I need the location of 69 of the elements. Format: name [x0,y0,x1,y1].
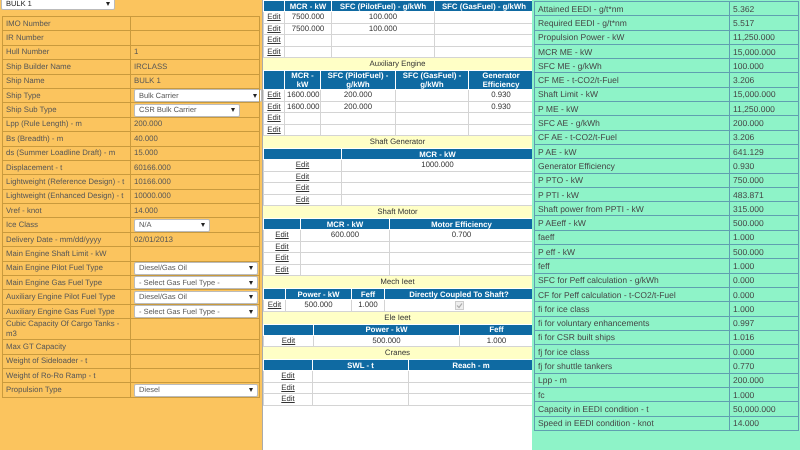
result-label: P AE - kW [534,144,730,159]
result-value: 315.000 [730,202,798,216]
result-label: Propulsion Power - kW [534,30,730,44]
result-value: 641.129 [730,144,798,159]
result-label: Required EEDI - g/t*nm [534,16,730,30]
result-label: Shaft power from PPTI - kW [534,202,730,216]
result-label: P PTO - kW [534,173,730,188]
result-value: 15,000.000 [730,87,798,102]
result-label: CF ME - t-CO2/t-Fuel [534,72,730,88]
result-value: 11,250.000 [730,30,798,44]
result-label: fi for ice class [534,302,730,316]
result-label: faeff [534,230,730,245]
result-label: fi for CSR built ships [534,330,730,345]
result-value: 1.000 [730,258,798,274]
result-value: 1.000 [730,230,798,245]
result-value: 0.930 [730,158,798,174]
result-label: SFC AE - g/kWh [534,116,730,130]
result-label: Generator Efficiency [534,158,730,174]
result-label: Speed in EEDI condition - knot [534,416,730,430]
result-value: 200.000 [730,373,798,388]
result-label: fj for ice class [534,344,730,359]
result-label: feff [534,258,730,274]
result-value: 1.000 [730,388,798,402]
result-value: 483.871 [730,187,798,202]
result-label: CF for Peff calculation - t-CO2/t-Fuel [534,287,730,302]
result-value: 3.206 [730,130,798,144]
result-value: 0.000 [730,273,798,288]
result-label: P AEeff - kW [534,216,730,230]
result-label: fi for voluntary enhancements [534,316,730,330]
result-label: Attained EEDI - g/t*nm [534,2,730,16]
result-label: P eff - kW [534,244,730,259]
result-value: 5.517 [730,16,798,30]
caret-icon [249,310,253,314]
caret-icon [249,280,253,285]
caret-icon [249,266,253,270]
result-label: Shaft Limit - kW [534,87,730,102]
result-value: 14.000 [730,416,798,430]
result-label: SFC for Peff calculation - g/kWh [534,273,730,288]
result-label: MCR ME - kW [534,44,730,59]
result-value: 5.362 [730,2,798,16]
result-value: 100.000 [730,58,798,73]
result-value: 200.000 [730,116,798,130]
result-label: P ME - kW [534,102,730,116]
result-label: Lpp - m [534,373,730,388]
result-value: 0.000 [730,287,798,302]
caret-icon [106,2,110,6]
result-label: P PTI - kW [534,187,730,202]
result-value: 0.997 [730,316,798,330]
result-value: 11,250.000 [730,102,798,116]
caret-icon [249,295,253,300]
caret-icon [201,223,205,228]
result-value: 3.206 [730,72,798,88]
result-value: 500.000 [730,244,798,259]
result-label: fj for shuttle tankers [534,358,730,374]
result-value: 500.000 [730,216,798,230]
result-value: 1.000 [730,302,798,316]
result-value: 1.016 [730,330,798,345]
caret-icon [249,388,253,392]
result-value: 0.770 [730,358,798,374]
caret-icon [253,94,257,98]
result-label: SFC ME - g/kWh [534,58,730,73]
result-label: CF AE - t-CO2/t-Fuel [534,130,730,144]
result-value: 750.000 [730,173,798,188]
result-value: 15,000.000 [730,44,798,59]
result-value: 50,000.000 [730,402,798,416]
caret-icon [231,108,235,112]
result-label: fc [534,388,730,402]
result-value: 0.000 [730,344,798,359]
result-label: Capacity in EEDI condition - t [534,402,730,416]
